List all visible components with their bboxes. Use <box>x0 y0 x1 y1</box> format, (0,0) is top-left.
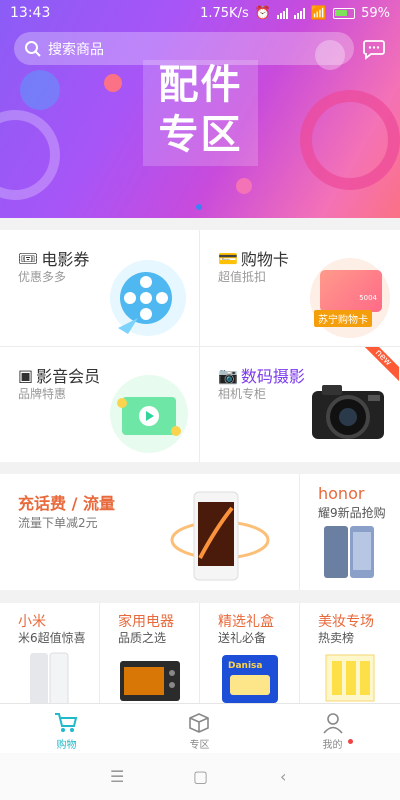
grid-item-digital-camera[interactable]: 📷 数码摄影 相机专柜 new <box>200 347 399 463</box>
honor-phone-image <box>324 526 374 578</box>
user-icon <box>323 713 343 734</box>
notification-dot <box>348 739 353 744</box>
status-time: 13:43 <box>10 5 51 21</box>
banner-title: 配件 专区 <box>143 60 258 166</box>
grid-item-av-membership[interactable]: ▣ 影音会员 品牌特惠 <box>0 347 199 463</box>
wifi-icon: 📶 <box>310 5 328 21</box>
category-gift-box[interactable]: 精选礼盒 送礼必备 Danisa <box>200 603 299 703</box>
oven-image <box>120 661 180 701</box>
film-reel-icon <box>110 260 186 336</box>
box-icon <box>189 713 209 733</box>
message-icon[interactable] <box>362 37 386 61</box>
battery-icon <box>333 7 356 19</box>
xiaomi-phone-image <box>30 652 69 703</box>
home-icon[interactable]: ▢ <box>193 767 208 786</box>
system-nav-bar: ☰ ▢ ‹ <box>0 753 400 800</box>
smartphone-image <box>170 491 270 581</box>
ticket-icon: 🎟 <box>18 248 39 268</box>
status-bar: 13:43 1.75K/s ⏰ 📶 59% <box>0 0 400 26</box>
new-badge: new <box>365 347 399 381</box>
tab-shopping[interactable]: 购物 <box>0 704 133 754</box>
camera-image <box>312 385 384 439</box>
search-icon <box>25 40 41 57</box>
category-row: 小米 米6超值惊喜 家用电器 品质之选 精选礼盒 送礼必备 Danisa 美妆专… <box>0 603 400 703</box>
promo-recharge[interactable]: 充话费 / 流量 流量下单减2元 <box>0 474 299 590</box>
category-appliances[interactable]: 家用电器 品质之选 <box>100 603 199 703</box>
carousel-indicator <box>196 204 202 210</box>
network-speed: 1.75K/s <box>200 5 249 21</box>
camera-icon: 📷 <box>218 365 238 385</box>
battery-level: 59% <box>361 5 390 21</box>
video-icon: ▣ <box>18 365 34 385</box>
card-icon: 💳 <box>218 248 238 268</box>
cart-icon <box>55 713 78 732</box>
tab-me[interactable]: 我的 <box>266 704 399 754</box>
tab-zone[interactable]: 专区 <box>133 704 266 754</box>
search-input[interactable]: 搜索商品 <box>14 32 354 65</box>
media-player-icon <box>110 375 188 453</box>
cookie-tin-image: Danisa <box>222 655 278 703</box>
gift-card-image: 5004 <box>320 270 382 312</box>
back-icon[interactable]: ‹ <box>280 767 286 786</box>
category-beauty[interactable]: 美妆专场 热卖榜 <box>300 603 399 703</box>
cosmetics-image <box>325 654 375 702</box>
alarm-icon: ⏰ <box>254 5 271 21</box>
grid-item-shopping-card[interactable]: 💳 购物卡 超值抵扣 5004 苏宁购物卡 <box>200 230 399 346</box>
service-grid: 🎟 电影券 优惠多多 💳 购物卡 超值抵扣 5004 苏宁购物卡 ▣ 影音会员 品牌特… <box>0 230 400 462</box>
promo-row: 充话费 / 流量 流量下单减2元 honor 耀9新品抢购 <box>0 474 400 590</box>
promo-honor[interactable]: honor 耀9新品抢购 <box>300 474 400 590</box>
card-ribbon: 苏宁购物卡 <box>314 310 372 327</box>
signal-icon-2 <box>293 7 305 19</box>
bottom-tab-bar: 购物 专区 我的 <box>0 703 400 753</box>
app-screen: 配件 专区 13:43 1.75K/s ⏰ 📶 59% 搜索商品 🎟 电影券 优惠… <box>0 0 400 800</box>
menu-icon[interactable]: ☰ <box>110 767 124 786</box>
signal-icon <box>276 7 288 19</box>
search-placeholder: 搜索商品 <box>48 41 104 58</box>
grid-item-movie-tickets[interactable]: 🎟 电影券 优惠多多 <box>0 230 199 346</box>
category-xiaomi[interactable]: 小米 米6超值惊喜 <box>0 603 99 703</box>
